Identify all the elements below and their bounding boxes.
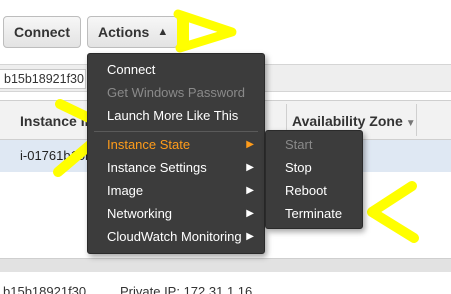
menu-item-instance-state[interactable]: Instance State ▶ <box>88 133 264 156</box>
menu-item-label: Image <box>107 183 144 198</box>
menu-item-launch-more-like-this[interactable]: Launch More Like This <box>88 104 264 127</box>
submenu-item-stop[interactable]: Stop <box>266 156 362 179</box>
menu-item-label: Launch More Like This <box>107 108 239 123</box>
menu-item-instance-settings[interactable]: Instance Settings ▶ <box>88 156 264 179</box>
menu-item-label: Instance State <box>107 137 191 152</box>
menu-item-label: CloudWatch Monitoring <box>107 229 242 244</box>
submenu-item-label: Terminate <box>285 206 343 221</box>
arrow-annotation-terminate <box>367 181 419 243</box>
submenu-item-reboot[interactable]: Reboot <box>266 179 362 202</box>
submenu-item-terminate[interactable]: Terminate <box>266 202 362 225</box>
menu-item-label: Networking <box>107 206 173 221</box>
menu-item-cloudwatch-monitoring[interactable]: CloudWatch Monitoring ▶ <box>88 225 264 248</box>
submenu-item-label: Start <box>285 137 313 152</box>
menu-item-networking[interactable]: Networking ▶ <box>88 202 264 225</box>
instance-state-submenu: Start Stop Reboot Terminate <box>265 130 363 229</box>
submenu-item-start: Start <box>266 133 362 156</box>
chevron-right-icon: ▶ <box>246 208 254 219</box>
menu-item-connect[interactable]: Connect <box>88 58 264 81</box>
submenu-item-label: Reboot <box>285 183 327 198</box>
chevron-right-icon: ▶ <box>246 139 254 150</box>
menu-divider <box>94 131 258 132</box>
menu-item-get-windows-password: Get Windows Password <box>88 81 264 104</box>
menu-item-label: Instance Settings <box>107 160 207 175</box>
chevron-right-icon: ▶ <box>246 185 254 196</box>
menu-item-image[interactable]: Image ▶ <box>88 179 264 202</box>
highlight-mark <box>177 17 189 49</box>
chevron-right-icon: ▶ <box>246 162 254 173</box>
actions-menu: Connect Get Windows Password Launch More… <box>87 53 265 254</box>
menu-item-label: Connect <box>107 62 156 77</box>
submenu-item-label: Stop <box>285 160 312 175</box>
menu-item-label: Get Windows Password <box>107 85 245 100</box>
chevron-right-icon: ▶ <box>246 231 254 242</box>
